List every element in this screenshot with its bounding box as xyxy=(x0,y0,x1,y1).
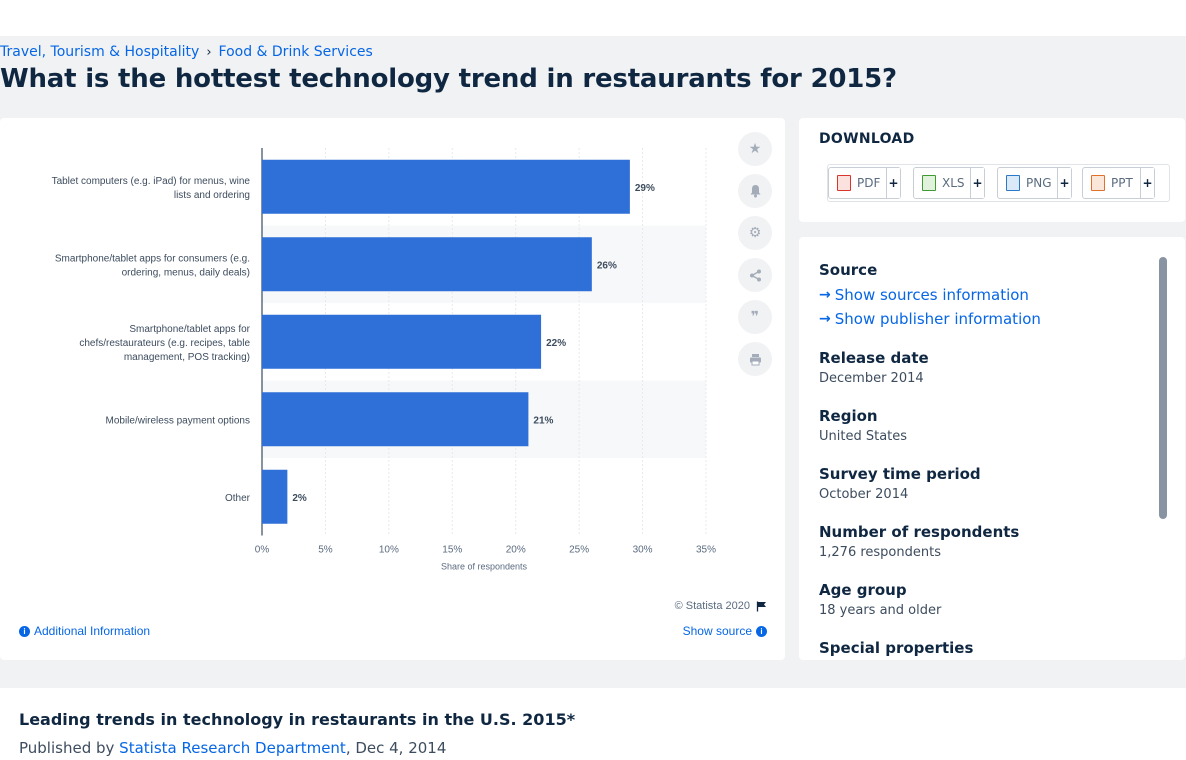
region-value: United States xyxy=(819,429,908,444)
download-card: DOWNLOAD PDF + XLS + PNG + PPT + xyxy=(799,118,1185,222)
download-pdf-label: PDF xyxy=(857,176,881,190)
release-date-value: December 2014 xyxy=(819,371,924,386)
statistic-details: Source → Show sources information → Show… xyxy=(819,261,1149,660)
category-label: Tablet computers (e.g. iPad) for menus, … xyxy=(52,176,251,187)
category-label: Smartphone/tablet apps for xyxy=(129,324,250,335)
show-sources-label: Show sources information xyxy=(834,286,1029,304)
chart-tools: ★ ⚙ ❞ xyxy=(738,132,772,384)
x-tick-label: 10% xyxy=(379,545,399,556)
plus-icon[interactable]: + xyxy=(1140,168,1154,198)
scrollbar[interactable] xyxy=(1159,257,1167,519)
breadcrumb-item-food-drink[interactable]: Food & Drink Services xyxy=(219,44,373,60)
x-tick-label: 25% xyxy=(569,545,589,556)
show-sources-link[interactable]: → Show sources information xyxy=(819,283,1149,307)
bar-chart: 29% Tablet computers (e.g. iPad) for menu… xyxy=(52,148,716,572)
page-title: What is the hottest technology trend in … xyxy=(0,64,897,94)
category-label: chefs/restaurateurs (e.g. recipes, table xyxy=(79,338,250,349)
plus-icon[interactable]: + xyxy=(970,168,984,198)
category-label: ordering, menus, daily deals) xyxy=(122,267,250,278)
flag-icon[interactable] xyxy=(756,601,767,612)
respondents-value: 1,276 respondents xyxy=(819,545,941,560)
info-icon: i xyxy=(756,625,767,637)
publisher-link[interactable]: Statista Research Department xyxy=(119,739,346,757)
region-label: Region xyxy=(819,407,878,425)
breadcrumb-separator: › xyxy=(206,44,212,60)
download-buttons: PDF + XLS + PNG + PPT + xyxy=(827,164,1170,202)
plus-icon[interactable]: + xyxy=(1057,168,1071,198)
star-icon[interactable]: ★ xyxy=(738,132,772,166)
category-label: management, POS tracking) xyxy=(124,352,250,363)
x-tick-label: 30% xyxy=(633,545,653,556)
additional-information-link[interactable]: i Additional Information xyxy=(19,624,150,638)
gear-icon[interactable]: ⚙ xyxy=(738,216,772,250)
info-icon: i xyxy=(19,625,30,637)
download-ppt-button[interactable]: PPT + xyxy=(1082,167,1155,199)
download-xls-label: XLS xyxy=(942,176,965,190)
published-date: , Dec 4, 2014 xyxy=(345,739,447,757)
release-date-label: Release date xyxy=(819,349,929,367)
plus-icon[interactable]: + xyxy=(886,168,900,198)
statistic-details-card: Source → Show sources information → Show… xyxy=(799,237,1185,660)
bell-icon[interactable] xyxy=(738,174,772,208)
x-tick-label: 35% xyxy=(696,545,716,556)
age-group-value: 18 years and older xyxy=(819,603,942,618)
survey-period-label: Survey time period xyxy=(819,465,981,483)
breadcrumb: Travel, Tourism & Hospitality › Food & D… xyxy=(0,43,373,61)
breadcrumb-item-travel[interactable]: Travel, Tourism & Hospitality xyxy=(0,44,199,60)
special-properties-label: Special properties xyxy=(819,639,974,657)
data-label: 26% xyxy=(597,260,617,271)
pdf-file-icon xyxy=(837,175,851,191)
bar-5 xyxy=(262,469,288,524)
category-label: Smartphone/tablet apps for consumers (e.… xyxy=(55,253,250,264)
ppt-file-icon xyxy=(1091,175,1105,191)
data-label: 22% xyxy=(546,338,566,349)
download-ppt-label: PPT xyxy=(1111,176,1133,190)
survey-period-value: October 2014 xyxy=(819,487,909,502)
source-label: Source xyxy=(819,261,878,279)
statistic-description: Leading trends in technology in restaura… xyxy=(0,688,1186,760)
age-group-label: Age group xyxy=(819,581,907,599)
category-label: lists and ordering xyxy=(174,190,250,201)
download-title: DOWNLOAD xyxy=(819,131,915,147)
download-pdf-button[interactable]: PDF + xyxy=(828,167,901,199)
download-xls-button[interactable]: XLS + xyxy=(913,167,985,199)
x-tick-label: 5% xyxy=(318,545,333,556)
x-tick-label: 0% xyxy=(255,545,270,556)
respondents-label: Number of respondents xyxy=(819,523,1020,541)
top-bar xyxy=(0,0,1186,36)
copyright-text: © Statista 2020 xyxy=(674,600,750,612)
share-icon[interactable] xyxy=(738,258,772,292)
chart-copyright: © Statista 2020 xyxy=(675,600,767,612)
data-label: 21% xyxy=(533,415,553,426)
download-png-button[interactable]: PNG + xyxy=(997,167,1072,199)
quote-icon[interactable]: ❞ xyxy=(738,300,772,334)
bar-2 xyxy=(262,237,592,292)
arrow-right-icon: → xyxy=(819,311,831,327)
additional-information-label: Additional Information xyxy=(34,624,151,638)
arrow-right-icon: → xyxy=(819,287,831,303)
data-label: 2% xyxy=(292,493,307,504)
show-source-link[interactable]: Show source i xyxy=(683,624,767,638)
download-png-label: PNG xyxy=(1026,176,1052,190)
bar-3 xyxy=(262,314,542,369)
x-tick-label: 15% xyxy=(442,545,462,556)
png-file-icon xyxy=(1006,175,1020,191)
xls-file-icon xyxy=(922,175,936,191)
show-source-label: Show source xyxy=(682,624,752,638)
bar-1 xyxy=(262,159,630,214)
bar-4 xyxy=(262,392,529,447)
chart-card: 29% Tablet computers (e.g. iPad) for menu… xyxy=(0,118,785,660)
published-prefix: Published by xyxy=(19,739,115,757)
print-icon[interactable] xyxy=(738,342,772,376)
category-label: Mobile/wireless payment options xyxy=(105,415,250,426)
statistic-title: Leading trends in technology in restaura… xyxy=(19,710,576,729)
data-label: 29% xyxy=(635,183,655,194)
show-publisher-link[interactable]: → Show publisher information xyxy=(819,307,1149,331)
category-label: Other xyxy=(225,493,251,504)
x-tick-label: 20% xyxy=(506,545,526,556)
published-line: Published by Statista Research Departmen… xyxy=(19,739,446,757)
show-publisher-label: Show publisher information xyxy=(834,310,1041,328)
x-axis-title: Share of respondents xyxy=(441,562,528,572)
